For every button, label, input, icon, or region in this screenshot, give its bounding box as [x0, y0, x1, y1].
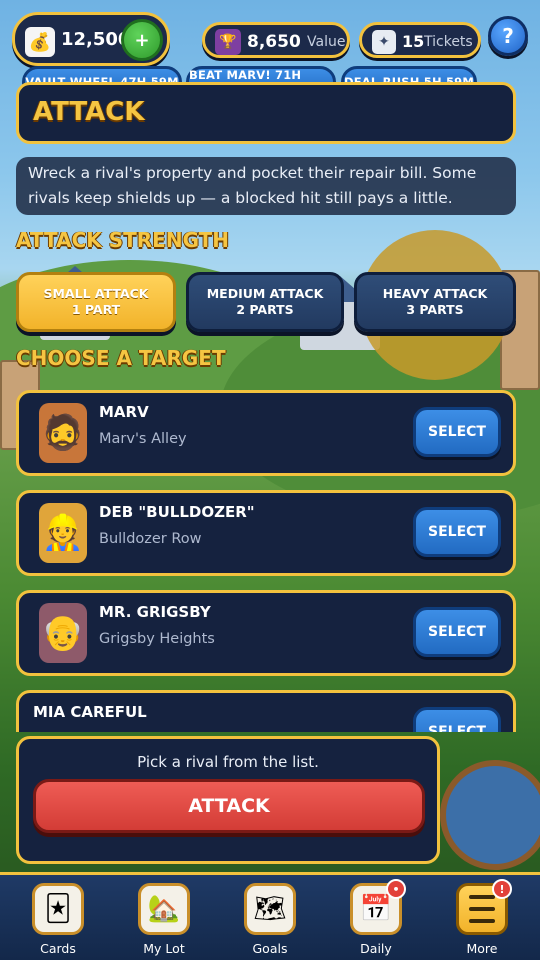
target-row: 🧔 MARV Marv's Alley SELECT	[16, 390, 516, 476]
select-button[interactable]: SELECT	[413, 607, 501, 657]
person-icon: 👷	[39, 503, 87, 563]
value-amount: 8,650	[247, 32, 301, 52]
notification-badge: •	[386, 879, 406, 899]
attack-action-panel: Pick a rival from the list. ATTACK	[16, 736, 440, 864]
select-button[interactable]: SELECT	[413, 407, 501, 457]
nav-label: Cards	[40, 941, 76, 956]
tickets-amount: 15	[402, 32, 425, 51]
target-name: DEB "BULLDOZER"	[99, 503, 255, 521]
heavy-attack-button[interactable]: HEAVY ATTACK 3 PARTS	[354, 272, 516, 332]
target-location: Marv's Alley	[99, 431, 187, 447]
tickets-label: Tickets	[424, 34, 473, 50]
strength-name: MEDIUM ATTACK	[206, 286, 324, 301]
target-row: 👷 DEB "BULLDOZER" Bulldozer Row SELECT	[16, 490, 516, 576]
strength-parts: 3 PARTS	[406, 302, 464, 317]
help-button[interactable]: ?	[488, 16, 528, 56]
trophy-icon: 🏆	[215, 29, 241, 55]
attack-header: ATTACK	[16, 82, 516, 144]
target-name: MARV	[99, 403, 149, 421]
cards-icon: 🃏	[32, 883, 84, 935]
small-attack-button[interactable]: SMALL ATTACK 1 PART	[16, 272, 176, 332]
nav-item-cards[interactable]: 🃏 Cards	[22, 883, 94, 960]
nav-item-more[interactable]: ! More	[446, 879, 518, 960]
value-label: Value	[307, 34, 346, 50]
target-name: MR. GRIGSBY	[99, 603, 211, 621]
target-list[interactable]: 🧔 MARV Marv's Alley SELECT 👷 DEB "BULLDO…	[16, 390, 516, 732]
person-icon: 🧔	[39, 403, 87, 463]
attack-description: Wreck a rival's property and pocket thei…	[16, 157, 516, 215]
lot-icon: 🏡	[138, 883, 190, 935]
add-coins-button[interactable]: +	[121, 19, 163, 61]
attack-strength-title: ATTACK STRENGTH	[16, 228, 230, 252]
person-icon: 👴	[39, 603, 87, 663]
medium-attack-button[interactable]: MEDIUM ATTACK 2 PARTS	[186, 272, 344, 332]
nav-label: More	[466, 941, 498, 956]
select-button[interactable]: SELECT	[413, 707, 501, 732]
value-counter: 🏆 8,650 Value	[202, 22, 350, 58]
strength-name: HEAVY ATTACK	[382, 286, 488, 301]
strength-parts: 1 PART	[71, 302, 121, 317]
shield-art	[440, 760, 540, 870]
target-location: Bulldozer Row	[99, 531, 202, 547]
map-icon: 🗺	[244, 883, 296, 935]
target-row: MIA CAREFUL SELECT	[16, 690, 516, 732]
bottom-nav: 🃏 Cards 🏡 My Lot 🗺 Goals 📅 • Daily ! Mor…	[0, 872, 540, 960]
strength-name: SMALL ATTACK	[43, 286, 149, 301]
nav-item-my-lot[interactable]: 🏡 My Lot	[128, 883, 200, 960]
coins-counter: 💰 12,500 +	[12, 12, 170, 66]
ticket-icon: ✦	[372, 30, 396, 54]
attack-button[interactable]: ATTACK	[33, 779, 425, 833]
money-bag-icon: 💰	[25, 27, 55, 57]
nav-label: Daily	[360, 941, 392, 956]
nav-item-goals[interactable]: 🗺 Goals	[234, 883, 306, 960]
target-location: Grigsby Heights	[99, 631, 215, 647]
target-name: MIA CAREFUL	[33, 703, 147, 721]
select-button[interactable]: SELECT	[413, 507, 501, 557]
nav-label: Goals	[252, 941, 288, 956]
strength-parts: 2 PARTS	[236, 302, 294, 317]
target-row: 👴 MR. GRIGSBY Grigsby Heights SELECT	[16, 590, 516, 676]
nav-label: My Lot	[143, 941, 185, 956]
tickets-counter: ✦ 15 Tickets	[359, 22, 481, 58]
attack-hint: Pick a rival from the list.	[137, 753, 319, 771]
choose-target-title: CHOOSE A TARGET	[16, 346, 226, 370]
page-title: ATTACK	[33, 97, 145, 127]
nav-item-daily[interactable]: 📅 • Daily	[340, 879, 412, 960]
notification-badge: !	[492, 879, 512, 899]
